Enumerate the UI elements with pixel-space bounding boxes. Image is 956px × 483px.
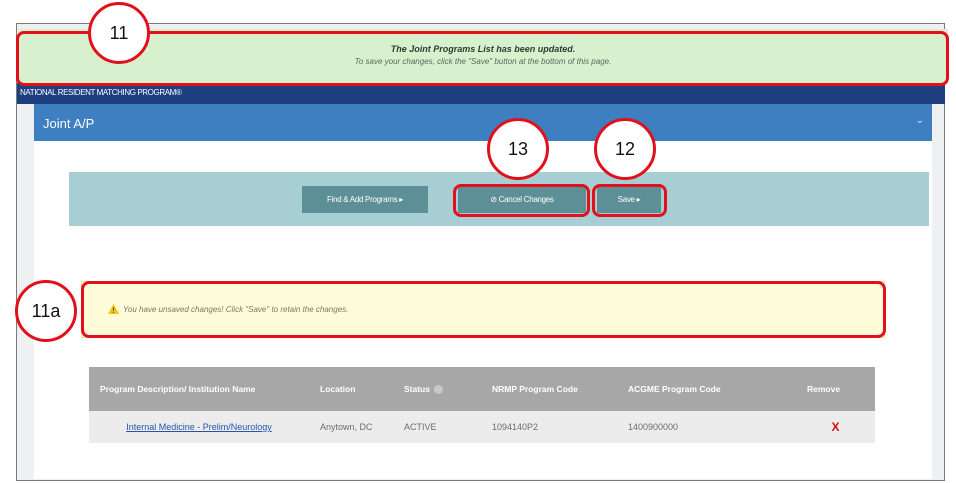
table-row: Internal Medicine - Prelim/Neurology Any… [89,411,875,443]
site-title: NATIONAL RESIDENT MATCHING PROGRAM® [20,88,182,97]
remove-cell: X [796,411,875,443]
callout-11: 11 [88,2,150,64]
highlight-box-warning [81,281,886,338]
program-link[interactable]: Internal Medicine - Prelim/Neurology [126,422,272,432]
col-nrmp-code: NRMP Program Code [481,367,617,411]
chevron-down-icon[interactable]: ⌄ [916,115,924,126]
col-acgme-code: ACGME Program Code [617,367,796,411]
col-program-description: Program Description/ Institution Name [89,367,309,411]
nrmp-code-cell: 1094140P2 [481,411,617,443]
highlight-box-notification [16,31,949,86]
table-header-row: Program Description/ Institution Name Lo… [89,367,875,411]
callout-13: 13 [487,118,549,180]
panel-title: Joint A/P [43,116,95,131]
callout-11a: 11a [15,280,77,342]
info-icon[interactable] [433,385,443,395]
col-status: Status [393,367,481,411]
joint-programs-table: Program Description/ Institution Name Lo… [89,367,875,443]
location-cell: Anytown, DC [309,411,393,443]
col-location: Location [309,367,393,411]
remove-icon[interactable]: X [807,420,875,434]
highlight-box-cancel [453,184,590,217]
status-cell: ACTIVE [393,411,481,443]
program-cell: Internal Medicine - Prelim/Neurology [89,411,309,443]
acgme-code-cell: 1400900000 [617,411,796,443]
col-remove: Remove [796,367,875,411]
find-add-programs-button[interactable]: Find & Add Programs ▸ [302,186,428,213]
callout-12: 12 [594,118,656,180]
highlight-box-save [592,184,667,217]
panel-header[interactable]: Joint A/P ⌄ [34,104,932,141]
status-header-label: Status [404,383,430,394]
top-nav-bar: NATIONAL RESIDENT MATCHING PROGRAM® [17,83,945,104]
